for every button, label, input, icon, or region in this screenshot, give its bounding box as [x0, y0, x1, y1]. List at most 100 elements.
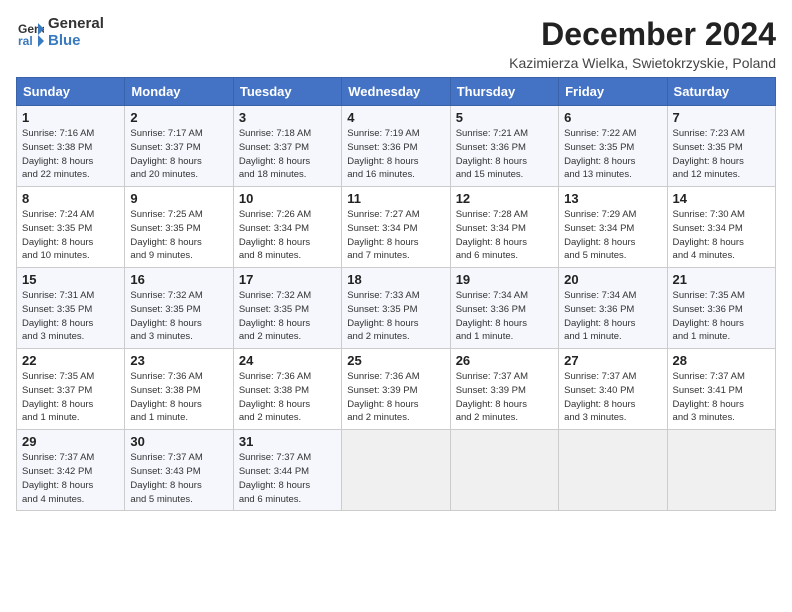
calendar-day-cell: 21 Sunrise: 7:35 AM Sunset: 3:36 PM Dayli… [667, 268, 775, 349]
calendar-day-cell: 17 Sunrise: 7:32 AM Sunset: 3:35 PM Dayli… [233, 268, 341, 349]
calendar-day-cell: 28 Sunrise: 7:37 AM Sunset: 3:41 PM Dayli… [667, 349, 775, 430]
day-number: 12 [456, 191, 553, 206]
day-info: Sunrise: 7:35 AM Sunset: 3:37 PM Dayligh… [22, 370, 119, 425]
day-info: Sunrise: 7:23 AM Sunset: 3:35 PM Dayligh… [673, 127, 770, 182]
day-info: Sunrise: 7:28 AM Sunset: 3:34 PM Dayligh… [456, 208, 553, 263]
day-number: 13 [564, 191, 661, 206]
calendar-day-cell: 15 Sunrise: 7:31 AM Sunset: 3:35 PM Dayli… [17, 268, 125, 349]
day-info: Sunrise: 7:35 AM Sunset: 3:36 PM Dayligh… [673, 289, 770, 344]
calendar-day-cell: 23Sunrise: 7:36 AM Sunset: 3:38 PM Dayli… [125, 349, 233, 430]
calendar-day-cell: 24 Sunrise: 7:36 AM Sunset: 3:38 PM Dayli… [233, 349, 341, 430]
calendar-day-cell: 19Sunrise: 7:34 AM Sunset: 3:36 PM Dayli… [450, 268, 558, 349]
day-info: Sunrise: 7:18 AM Sunset: 3:37 PM Dayligh… [239, 127, 336, 182]
day-info: Sunrise: 7:37 AM Sunset: 3:41 PM Dayligh… [673, 370, 770, 425]
day-info: Sunrise: 7:29 AM Sunset: 3:34 PM Dayligh… [564, 208, 661, 263]
calendar-day-cell: 5 Sunrise: 7:21 AM Sunset: 3:36 PM Daylig… [450, 106, 558, 187]
day-number: 20 [564, 272, 661, 287]
day-number: 3 [239, 110, 336, 125]
weekday-header-cell: Monday [125, 78, 233, 106]
day-info: Sunrise: 7:31 AM Sunset: 3:35 PM Dayligh… [22, 289, 119, 344]
day-number: 8 [22, 191, 119, 206]
day-info: Sunrise: 7:32 AM Sunset: 3:35 PM Dayligh… [130, 289, 227, 344]
calendar-day-cell: 22 Sunrise: 7:35 AM Sunset: 3:37 PM Dayli… [17, 349, 125, 430]
day-info: Sunrise: 7:37 AM Sunset: 3:42 PM Dayligh… [22, 451, 119, 506]
calendar-day-cell: 13 Sunrise: 7:29 AM Sunset: 3:34 PM Dayli… [559, 187, 667, 268]
day-number: 7 [673, 110, 770, 125]
day-number: 28 [673, 353, 770, 368]
day-info: Sunrise: 7:37 AM Sunset: 3:43 PM Dayligh… [130, 451, 227, 506]
day-number: 15 [22, 272, 119, 287]
logo: Gene ral General Blue [16, 16, 104, 49]
calendar-day-cell: 27 Sunrise: 7:37 AM Sunset: 3:40 PM Dayli… [559, 349, 667, 430]
location: Kazimierza Wielka, Swietokrzyskie, Polan… [509, 55, 776, 71]
weekday-header-cell: Friday [559, 78, 667, 106]
day-info: Sunrise: 7:32 AM Sunset: 3:35 PM Dayligh… [239, 289, 336, 344]
day-info: Sunrise: 7:30 AM Sunset: 3:34 PM Dayligh… [673, 208, 770, 263]
weekday-header-cell: Wednesday [342, 78, 450, 106]
calendar-week-row: 15 Sunrise: 7:31 AM Sunset: 3:35 PM Dayli… [17, 268, 776, 349]
calendar-day-cell: 2 Sunrise: 7:17 AM Sunset: 3:37 PM Daylig… [125, 106, 233, 187]
calendar-day-cell: 10 Sunrise: 7:26 AM Sunset: 3:34 PM Dayli… [233, 187, 341, 268]
day-number: 11 [347, 191, 444, 206]
day-number: 10 [239, 191, 336, 206]
calendar-week-row: 1Sunrise: 7:16 AM Sunset: 3:38 PM Daylig… [17, 106, 776, 187]
day-info: Sunrise: 7:34 AM Sunset: 3:36 PM Dayligh… [564, 289, 661, 344]
day-number: 9 [130, 191, 227, 206]
day-info: Sunrise: 7:19 AM Sunset: 3:36 PM Dayligh… [347, 127, 444, 182]
day-number: 23 [130, 353, 227, 368]
calendar-day-cell: 3 Sunrise: 7:18 AM Sunset: 3:37 PM Daylig… [233, 106, 341, 187]
day-number: 30 [130, 434, 227, 449]
day-number: 2 [130, 110, 227, 125]
calendar-day-cell: 26Sunrise: 7:37 AM Sunset: 3:39 PM Dayli… [450, 349, 558, 430]
calendar-day-cell: 16Sunrise: 7:32 AM Sunset: 3:35 PM Dayli… [125, 268, 233, 349]
month-title: December 2024 [509, 16, 776, 53]
calendar-day-cell: 25Sunrise: 7:36 AM Sunset: 3:39 PM Dayli… [342, 349, 450, 430]
title-block: December 2024 Kazimierza Wielka, Swietok… [509, 16, 776, 71]
day-info: Sunrise: 7:27 AM Sunset: 3:34 PM Dayligh… [347, 208, 444, 263]
day-number: 6 [564, 110, 661, 125]
calendar-day-cell: 30 Sunrise: 7:37 AM Sunset: 3:43 PM Dayli… [125, 430, 233, 511]
calendar-body: 1Sunrise: 7:16 AM Sunset: 3:38 PM Daylig… [17, 106, 776, 511]
day-number: 27 [564, 353, 661, 368]
calendar-day-cell [667, 430, 775, 511]
calendar-day-cell: 14 Sunrise: 7:30 AM Sunset: 3:34 PM Dayli… [667, 187, 775, 268]
day-info: Sunrise: 7:26 AM Sunset: 3:34 PM Dayligh… [239, 208, 336, 263]
calendar-week-row: 22 Sunrise: 7:35 AM Sunset: 3:37 PM Dayli… [17, 349, 776, 430]
day-info: Sunrise: 7:36 AM Sunset: 3:38 PM Dayligh… [239, 370, 336, 425]
weekday-header-cell: Sunday [17, 78, 125, 106]
weekday-header-row: SundayMondayTuesdayWednesdayThursdayFrid… [17, 78, 776, 106]
day-number: 18 [347, 272, 444, 287]
day-number: 25 [347, 353, 444, 368]
day-info: Sunrise: 7:37 AM Sunset: 3:44 PM Dayligh… [239, 451, 336, 506]
day-number: 14 [673, 191, 770, 206]
day-number: 21 [673, 272, 770, 287]
day-info: Sunrise: 7:24 AM Sunset: 3:35 PM Dayligh… [22, 208, 119, 263]
day-number: 24 [239, 353, 336, 368]
calendar-day-cell [342, 430, 450, 511]
day-number: 22 [22, 353, 119, 368]
day-info: Sunrise: 7:37 AM Sunset: 3:40 PM Dayligh… [564, 370, 661, 425]
day-info: Sunrise: 7:21 AM Sunset: 3:36 PM Dayligh… [456, 127, 553, 182]
calendar-day-cell: 4 Sunrise: 7:19 AM Sunset: 3:36 PM Daylig… [342, 106, 450, 187]
day-number: 29 [22, 434, 119, 449]
day-number: 4 [347, 110, 444, 125]
calendar-day-cell [559, 430, 667, 511]
day-number: 17 [239, 272, 336, 287]
page-header: Gene ral General Blue December 2024 Kazi… [16, 16, 776, 71]
calendar-day-cell: 20 Sunrise: 7:34 AM Sunset: 3:36 PM Dayli… [559, 268, 667, 349]
weekday-header-cell: Tuesday [233, 78, 341, 106]
calendar-day-cell: 29 Sunrise: 7:37 AM Sunset: 3:42 PM Dayli… [17, 430, 125, 511]
weekday-header-cell: Thursday [450, 78, 558, 106]
calendar-day-cell: 12 Sunrise: 7:28 AM Sunset: 3:34 PM Dayli… [450, 187, 558, 268]
calendar-day-cell: 7 Sunrise: 7:23 AM Sunset: 3:35 PM Daylig… [667, 106, 775, 187]
day-info: Sunrise: 7:25 AM Sunset: 3:35 PM Dayligh… [130, 208, 227, 263]
day-number: 26 [456, 353, 553, 368]
logo-text-general: General [48, 16, 104, 33]
weekday-header-cell: Saturday [667, 78, 775, 106]
day-info: Sunrise: 7:17 AM Sunset: 3:37 PM Dayligh… [130, 127, 227, 182]
day-number: 5 [456, 110, 553, 125]
calendar-table: SundayMondayTuesdayWednesdayThursdayFrid… [16, 77, 776, 511]
calendar-week-row: 29 Sunrise: 7:37 AM Sunset: 3:42 PM Dayli… [17, 430, 776, 511]
calendar-day-cell [450, 430, 558, 511]
calendar-day-cell: 31Sunrise: 7:37 AM Sunset: 3:44 PM Dayli… [233, 430, 341, 511]
